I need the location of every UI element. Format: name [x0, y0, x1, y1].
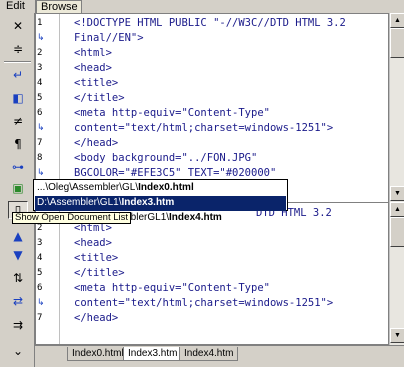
line-number: 7 — [37, 313, 43, 323]
code-text: </title> — [74, 267, 125, 279]
code-line[interactable]: 1 <!DOCTYPE HTML PUBLIC "-//W3C//DTD HTML… — [36, 16, 388, 31]
monitor-icon[interactable]: ▣ — [7, 178, 29, 198]
not-equal-icon[interactable]: ≠ — [7, 111, 29, 131]
link-icon[interactable]: ⊶ — [7, 157, 29, 177]
code-line[interactable]: 2 <html> — [36, 46, 388, 61]
editor-top-scrollbar[interactable]: ▲ ▼ — [389, 13, 404, 203]
code-text: content="text/html;charset=windows-1251"… — [74, 297, 334, 309]
wrap-continuation-icon: ↳ — [37, 298, 45, 308]
tab-browse[interactable]: Browse — [36, 0, 82, 13]
code-text: </head> — [74, 312, 119, 324]
code-line[interactable]: ↳ content="text/html;charset=windows-1251… — [36, 296, 388, 311]
line-number: 1 — [37, 18, 43, 28]
code-line[interactable]: ↳ content="text/html;charset=windows-1251… — [36, 121, 388, 136]
code-text: <body background="../FON.JPG" — [74, 152, 258, 164]
view-tabs: Edit Browse — [0, 0, 404, 13]
document-tabs: Index0.html Index3.htm Index4.htm — [35, 345, 404, 367]
line-number: 3 — [37, 63, 43, 73]
line-number: 8 — [37, 153, 43, 163]
line-number: 5 — [37, 268, 43, 278]
code-text: <meta http-equiv="Content-Type" — [74, 107, 270, 119]
close-icon[interactable]: ✕ — [7, 16, 29, 36]
code-line[interactable]: 7 </head> — [36, 311, 388, 326]
line-number: 7 — [37, 138, 43, 148]
code-text: </title> — [74, 92, 125, 104]
word-wrap-icon[interactable]: ↵ — [7, 65, 29, 85]
code-text: Final//EN"> — [74, 32, 144, 44]
line-number: 4 — [37, 253, 43, 263]
open-document-list: ...\Oleg\Assembler\GL\Index0.html D:\Ass… — [33, 179, 288, 211]
code-text: <title> — [74, 252, 119, 264]
doc-tab-index3[interactable]: Index3.htm — [123, 347, 183, 361]
toolbar-separator — [4, 61, 31, 63]
doc-tab-index4[interactable]: Index4.htm — [179, 347, 239, 361]
line-number: 6 — [37, 108, 43, 118]
scroll-up-icon[interactable]: ▲ — [390, 13, 404, 28]
wrap-continuation-icon: ↳ — [37, 123, 45, 133]
code-line[interactable]: 4 <title> — [36, 251, 388, 266]
wrap-continuation-icon: ↳ — [37, 33, 45, 43]
document-list-item[interactable]: D:\Assembler\GL1\Index3.htm — [35, 196, 286, 211]
code-line[interactable]: 7 </head> — [36, 136, 388, 151]
document-list-item[interactable]: ...\Oleg\Assembler\GL\Index0.html — [35, 181, 286, 196]
scroll-down-icon[interactable]: ▼ — [390, 186, 404, 201]
code-text: content="text/html;charset=windows-1251"… — [74, 122, 334, 134]
code-line[interactable]: 6 <meta http-equiv="Content-Type" — [36, 106, 388, 121]
line-number: 3 — [37, 238, 43, 248]
code-line[interactable]: 5 </title> — [36, 266, 388, 281]
code-line[interactable]: 5 </title> — [36, 91, 388, 106]
code-text: <title> — [74, 77, 119, 89]
code-line[interactable]: ↳ Final//EN"> — [36, 31, 388, 46]
editor-bottom-scrollbar[interactable]: ▲ ▼ — [389, 202, 404, 345]
line-number: 6 — [37, 283, 43, 293]
expand-more-icon[interactable]: ⌄ — [7, 341, 29, 361]
split-left-icon[interactable]: ◧ — [7, 88, 29, 108]
code-text: <!DOCTYPE HTML PUBLIC "-//W3C//DTD HTML … — [74, 17, 346, 29]
code-line[interactable]: 4 <title> — [36, 76, 388, 91]
editor-top[interactable]: 1 <!DOCTYPE HTML PUBLIC "-//W3C//DTD HTML… — [35, 13, 389, 203]
scroll-icon[interactable]: ≑ — [7, 39, 29, 59]
code-line[interactable]: 3 <head> — [36, 61, 388, 76]
scroll-up-icon[interactable]: ▲ — [390, 202, 404, 217]
code-text: <head> — [74, 237, 112, 249]
code-text: <head> — [74, 62, 112, 74]
left-toolbar: ✕ ≑ ↵ ◧ ≠ ¶ ⊶ ▣ ▯ ▲ ▼ ⇅ ⇄ ⇉ ⌄ — [0, 13, 35, 367]
scroll-down-icon[interactable]: ▼ — [390, 328, 404, 343]
scroll-thumb[interactable] — [390, 217, 404, 247]
paragraph-icon[interactable]: ¶ — [7, 134, 29, 154]
line-number: 2 — [37, 48, 43, 58]
code-text: <html> — [74, 47, 112, 59]
line-number: 4 — [37, 78, 43, 88]
move-icon[interactable]: ⇄ — [7, 291, 29, 311]
code-line[interactable]: 6 <meta http-equiv="Content-Type" — [36, 281, 388, 296]
sort-icon[interactable]: ⇅ — [7, 268, 29, 288]
tab-edit[interactable]: Edit — [2, 0, 36, 13]
tooltip: Show Open Document List — [12, 212, 132, 224]
code-text: <meta http-equiv="Content-Type" — [74, 282, 270, 294]
arrow-down-icon[interactable]: ▼ — [7, 245, 29, 265]
line-number: 5 — [37, 93, 43, 103]
scroll-thumb[interactable] — [390, 28, 404, 58]
arrow-up-icon[interactable]: ▲ — [7, 226, 29, 246]
code-line[interactable]: 3 <head> — [36, 236, 388, 251]
code-text: </head> — [74, 137, 119, 149]
doc-tab-index0[interactable]: Index0.html — [67, 347, 129, 361]
code-line[interactable]: 8 <body background="../FON.JPG" — [36, 151, 388, 166]
line-sort-icon[interactable]: ⇉ — [7, 315, 29, 335]
